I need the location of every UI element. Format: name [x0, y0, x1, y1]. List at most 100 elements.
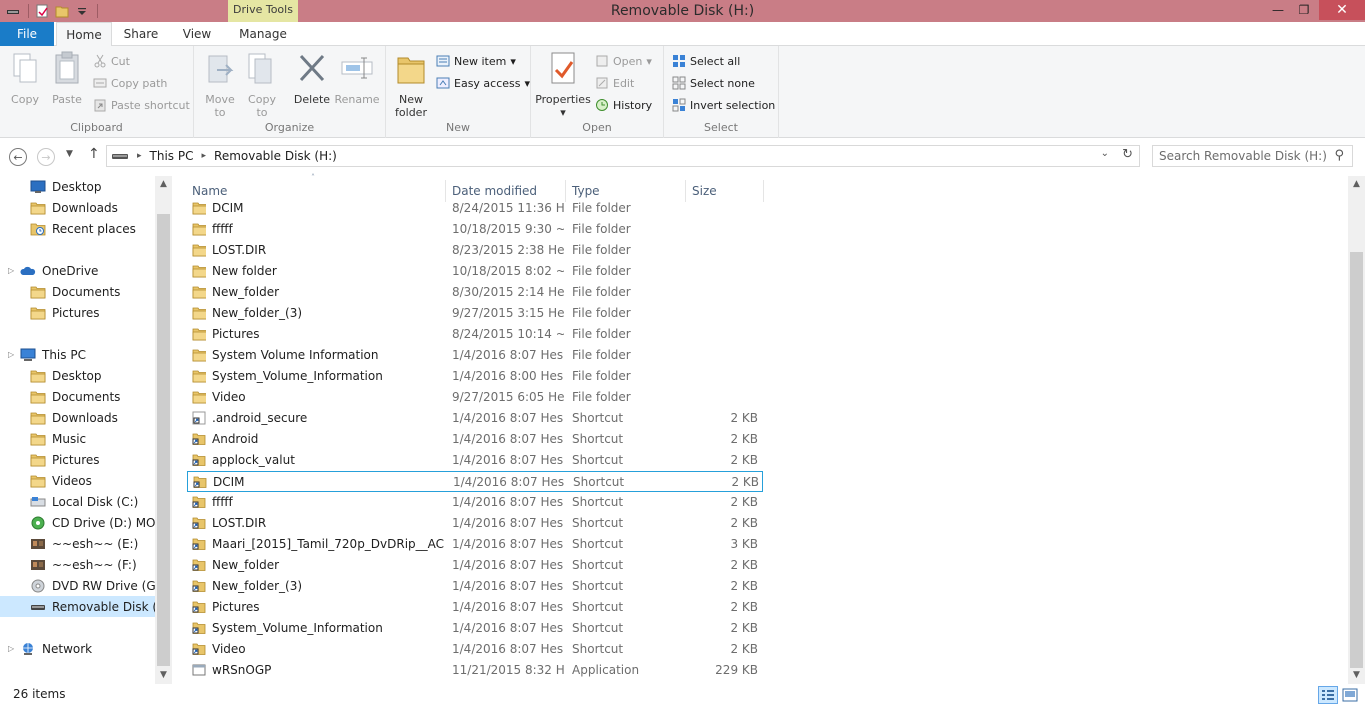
nav-item-onedrive[interactable]: OneDrive ▷: [0, 260, 155, 281]
file-date-modified: 11/21/2015 8:32 H...: [452, 663, 564, 677]
address-bar[interactable]: ▸ This PC ▸ Removable Disk (H:) ⌄ ↻: [106, 145, 1140, 167]
file-row[interactable]: Video 1/4/2016 8:07 Hesh Shortcut 2 KB: [187, 639, 763, 660]
nav-item-local-disk-c[interactable]: Local Disk (C:): [0, 491, 155, 512]
scroll-down-icon[interactable]: ▼: [155, 667, 172, 684]
easy-access-button[interactable]: Easy access ▾: [436, 74, 530, 92]
refresh-icon[interactable]: ↻: [1122, 147, 1133, 162]
close-button[interactable]: ✕: [1319, 0, 1365, 20]
properties-button[interactable]: Properties ▾: [535, 50, 591, 119]
file-row[interactable]: System_Volume_Information 1/4/2016 8:00 H…: [187, 366, 763, 387]
nav-scroll-thumb[interactable]: [157, 214, 170, 666]
nav-item-desktop[interactable]: Desktop: [0, 176, 155, 197]
new-folder-button[interactable]: New folder: [392, 50, 430, 119]
tab-file[interactable]: File: [0, 22, 54, 46]
file-row[interactable]: fffff 1/4/2016 8:07 Hesh Shortcut 2 KB: [187, 492, 763, 513]
cut-button[interactable]: Cut: [93, 52, 130, 70]
file-row[interactable]: Video 9/27/2015 6:05 Hesh File folder: [187, 387, 763, 408]
nav-item-esh-e[interactable]: ~~esh~~ (E:): [0, 533, 155, 554]
nav-item-pictures[interactable]: Pictures: [0, 449, 155, 470]
tab-view[interactable]: View: [172, 22, 222, 46]
recent-locations-dropdown[interactable]: ▼: [66, 149, 73, 159]
up-button[interactable]: ↑: [88, 146, 100, 162]
file-row[interactable]: New_folder_(3) 1/4/2016 8:07 Hesh Shortcut…: [187, 576, 763, 597]
file-row[interactable]: .android_secure 1/4/2016 8:07 Hesh Shortcu…: [187, 408, 763, 429]
edit-button[interactable]: Edit: [595, 74, 634, 92]
nav-item-cd-drive-d-mobile[interactable]: CD Drive (D:) MOBILE: [0, 512, 155, 533]
nav-scrollbar[interactable]: ▲ ▼: [155, 176, 172, 684]
file-row[interactable]: applock_valut 1/4/2016 8:07 Hesh Shortcut 2…: [187, 450, 763, 471]
paste-shortcut-button[interactable]: Paste shortcut: [93, 96, 190, 114]
file-row[interactable]: New_folder 8/30/2015 2:14 Hesh File folder: [187, 282, 763, 303]
file-row[interactable]: LOST.DIR 1/4/2016 8:07 Hesh Shortcut 2 KB: [187, 513, 763, 534]
forward-button[interactable]: →: [37, 148, 55, 166]
address-dropdown-icon[interactable]: ⌄: [1101, 148, 1109, 159]
select-none-button[interactable]: Select none: [672, 74, 755, 92]
file-row[interactable]: wRSnOGP 11/21/2015 8:32 H... Application 22…: [187, 660, 763, 681]
expand-chevron-icon[interactable]: ▷: [8, 350, 14, 359]
file-row[interactable]: Android 1/4/2016 8:07 Hesh Shortcut 2 KB: [187, 429, 763, 450]
folder-icon: [192, 348, 206, 362]
file-row[interactable]: System Volume Information 1/4/2016 8:07 H…: [187, 345, 763, 366]
expand-chevron-icon[interactable]: ▷: [8, 266, 14, 275]
search-icon[interactable]: ⚲: [1334, 146, 1344, 166]
nav-item-dvd-rw-drive-g-m[interactable]: DVD RW Drive (G:) M: [0, 575, 155, 596]
file-row[interactable]: New_folder 1/4/2016 8:07 Hesh Shortcut 2 KB: [187, 555, 763, 576]
scroll-up-icon[interactable]: ▲: [1348, 176, 1365, 193]
nav-item-network[interactable]: Network ▷: [0, 638, 155, 659]
select-all-button[interactable]: Select all: [672, 52, 740, 70]
file-row[interactable]: New folder 10/18/2015 8:02 ~... File folde…: [187, 261, 763, 282]
file-row[interactable]: Maari_[2015]_Tamil_720p_DvDRip__AC3_... 1…: [187, 534, 763, 555]
tab-share[interactable]: Share: [116, 22, 166, 46]
maximize-button[interactable]: ❐: [1290, 0, 1318, 20]
scroll-down-icon[interactable]: ▼: [1348, 667, 1365, 684]
minimize-button[interactable]: —: [1264, 0, 1292, 20]
shortcut-folder-icon: [192, 495, 206, 509]
invert-selection-button[interactable]: Invert selection: [672, 96, 775, 114]
file-row[interactable]: fffff 10/18/2015 9:30 ~... File folder: [187, 219, 763, 240]
nav-item-this-pc[interactable]: This PC ▷: [0, 344, 155, 365]
copy-path-button[interactable]: Copy path: [93, 74, 167, 92]
file-date-modified: 1/4/2016 8:07 Hesh: [452, 600, 564, 614]
nav-item-label: Local Disk (C:): [52, 494, 139, 509]
file-row[interactable]: Pictures 8/24/2015 10:14 ~... File folder: [187, 324, 763, 345]
file-row[interactable]: System_Volume_Information 1/4/2016 8:07 H…: [187, 618, 763, 639]
breadcrumb-this-pc[interactable]: This PC: [150, 149, 194, 163]
file-row[interactable]: LOST.DIR 8/23/2015 2:38 Hesh File folder: [187, 240, 763, 261]
back-button[interactable]: ←: [9, 148, 27, 166]
nav-item-downloads[interactable]: Downloads: [0, 407, 155, 428]
file-row[interactable]: DCIM 1/4/2016 8:07 Hesh Shortcut 2 KB: [187, 471, 763, 492]
move-to-button[interactable]: Move to: [202, 50, 238, 119]
nav-item-videos[interactable]: Videos: [0, 470, 155, 491]
copy-to-button[interactable]: Copy to: [244, 50, 280, 119]
tab-manage[interactable]: Manage: [230, 22, 296, 46]
search-input[interactable]: Search Removable Disk (H:) ⚲: [1152, 145, 1353, 167]
nav-item-removable-disk-h[interactable]: Removable Disk (H:): [0, 596, 155, 617]
delete-button[interactable]: Delete: [292, 50, 332, 106]
expand-chevron-icon[interactable]: ▷: [8, 644, 14, 653]
file-list-scrollbar[interactable]: ▲ ▼: [1348, 176, 1365, 684]
tab-home[interactable]: Home: [56, 22, 112, 47]
details-view-button[interactable]: [1318, 686, 1338, 704]
scroll-up-icon[interactable]: ▲: [155, 176, 172, 193]
file-row[interactable]: DCIM 8/24/2015 11:36 H... File folder: [187, 198, 763, 219]
nav-item-music[interactable]: Music: [0, 428, 155, 449]
history-button[interactable]: History: [595, 96, 652, 114]
nav-item-recent-places[interactable]: Recent places: [0, 218, 155, 239]
folder-icon: [192, 327, 206, 341]
nav-item-documents[interactable]: Documents: [0, 281, 155, 302]
open-button[interactable]: Open ▾: [595, 52, 652, 70]
file-list-scroll-thumb[interactable]: [1350, 252, 1363, 668]
paste-button[interactable]: Paste: [48, 50, 86, 106]
large-icons-view-button[interactable]: [1340, 686, 1360, 704]
new-item-button[interactable]: New item ▾: [436, 52, 516, 70]
rename-button[interactable]: Rename: [334, 50, 380, 106]
nav-item-desktop[interactable]: Desktop: [0, 365, 155, 386]
nav-item-pictures[interactable]: Pictures: [0, 302, 155, 323]
copy-button[interactable]: Copy: [6, 50, 44, 106]
breadcrumb-removable-disk[interactable]: Removable Disk (H:): [214, 149, 337, 163]
nav-item-downloads[interactable]: Downloads: [0, 197, 155, 218]
nav-item-documents[interactable]: Documents: [0, 386, 155, 407]
file-row[interactable]: Pictures 1/4/2016 8:07 Hesh Shortcut 2 KB: [187, 597, 763, 618]
nav-item-esh-f[interactable]: ~~esh~~ (F:): [0, 554, 155, 575]
file-row[interactable]: New_folder_(3) 9/27/2015 3:15 Hesh File fo…: [187, 303, 763, 324]
